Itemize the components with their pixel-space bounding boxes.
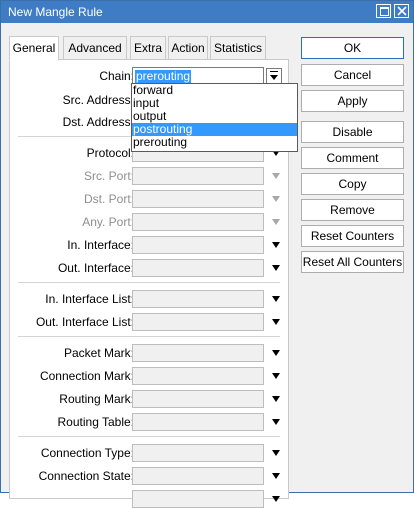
connection-state-dropdown-icon[interactable] bbox=[272, 473, 280, 479]
packet-mark-dropdown-icon[interactable] bbox=[272, 350, 280, 356]
connection-type-dropdown-icon[interactable] bbox=[272, 450, 280, 456]
routing-table-row: Routing Table: bbox=[10, 413, 290, 431]
connection-mark-dropdown-icon[interactable] bbox=[272, 373, 280, 379]
any-port-row: Any. Port: bbox=[10, 213, 290, 231]
in-interface-list-field[interactable] bbox=[132, 290, 264, 308]
out-interface-dropdown-icon[interactable] bbox=[272, 265, 280, 271]
out-interface-row: Out. Interface: bbox=[10, 259, 290, 277]
tab-general[interactable]: General bbox=[9, 36, 59, 61]
in-interface-list-label: In. Interface List: bbox=[45, 292, 134, 306]
separator bbox=[18, 336, 280, 337]
any-port-dropdown-icon bbox=[272, 219, 280, 225]
chain-dropdown-button[interactable] bbox=[266, 68, 282, 84]
routing-mark-row: Routing Mark: bbox=[10, 390, 290, 408]
routing-table-label: Routing Table: bbox=[57, 415, 135, 429]
any-port-field bbox=[132, 213, 264, 231]
connection-type-field[interactable] bbox=[132, 444, 264, 462]
in-interface-dropdown-icon[interactable] bbox=[272, 242, 280, 248]
close-icon[interactable] bbox=[394, 4, 409, 18]
tab-statistics[interactable]: Statistics bbox=[210, 36, 266, 60]
chain-label: Chain: bbox=[99, 69, 134, 83]
packet-mark-field[interactable] bbox=[132, 344, 264, 362]
connection-mark-label: Connection Mark: bbox=[39, 369, 134, 383]
maximize-icon[interactable] bbox=[376, 4, 391, 18]
src-port-label: Src. Port: bbox=[83, 169, 134, 183]
title-bar[interactable]: New Mangle Rule bbox=[1, 1, 413, 23]
src-address-label: Src. Address: bbox=[62, 93, 134, 107]
out-interface-label: Out. Interface: bbox=[57, 261, 134, 275]
src-port-field bbox=[132, 167, 264, 185]
tab-action[interactable]: Action bbox=[168, 36, 208, 60]
connection-state-label: Connection State: bbox=[38, 469, 134, 483]
in-interface-list-row: In. Interface List: bbox=[10, 290, 290, 308]
chain-value: prerouting bbox=[135, 69, 192, 83]
protocol-label: Protocol: bbox=[86, 146, 134, 160]
dst-port-row: Dst. Port: bbox=[10, 190, 290, 208]
connection-mark-row: Connection Mark: bbox=[10, 367, 290, 385]
separator bbox=[18, 436, 280, 437]
out-interface-list-label: Out. Interface List: bbox=[35, 315, 134, 329]
ok-button[interactable]: OK bbox=[301, 37, 404, 59]
in-interface-field[interactable] bbox=[132, 236, 264, 254]
separator bbox=[18, 282, 280, 283]
out-interface-list-field[interactable] bbox=[132, 313, 264, 331]
routing-table-field[interactable] bbox=[132, 413, 264, 431]
chain-option-prerouting[interactable]: prerouting bbox=[132, 136, 297, 149]
mangle-rule-window: New Mangle Rule General Advanced Extra A… bbox=[0, 0, 414, 508]
connection-mark-field[interactable] bbox=[132, 367, 264, 385]
dst-port-dropdown-icon bbox=[272, 196, 280, 202]
disable-button[interactable]: Disable bbox=[301, 121, 404, 143]
tab-advanced[interactable]: Advanced bbox=[63, 36, 127, 60]
remove-button[interactable]: Remove bbox=[301, 199, 404, 221]
routing-table-dropdown-icon[interactable] bbox=[272, 419, 280, 425]
in-interface-label: In. Interface: bbox=[67, 238, 134, 252]
cancel-button[interactable]: Cancel bbox=[301, 64, 404, 86]
connection-type-label: Connection Type: bbox=[40, 446, 134, 460]
in-interface-row: In. Interface: bbox=[10, 236, 290, 254]
reset-all-counters-button[interactable]: Reset All Counters bbox=[301, 251, 404, 273]
any-port-label: Any. Port: bbox=[82, 215, 134, 229]
packet-mark-row: Packet Mark: bbox=[10, 344, 290, 362]
dst-address-label: Dst. Address: bbox=[62, 115, 134, 129]
src-port-dropdown-icon bbox=[272, 173, 280, 179]
partial-dropdown-icon[interactable] bbox=[272, 496, 280, 502]
connection-state-row: Connection State: bbox=[10, 467, 290, 485]
routing-mark-dropdown-icon[interactable] bbox=[272, 396, 280, 402]
routing-mark-field[interactable] bbox=[132, 390, 264, 408]
comment-button[interactable]: Comment bbox=[301, 147, 404, 169]
tab-extra[interactable]: Extra bbox=[130, 36, 166, 60]
connection-state-field[interactable] bbox=[132, 467, 264, 485]
src-port-row: Src. Port: bbox=[10, 167, 290, 185]
out-interface-list-row: Out. Interface List: bbox=[10, 313, 290, 331]
out-interface-list-dropdown-icon[interactable] bbox=[272, 319, 280, 325]
apply-button[interactable]: Apply bbox=[301, 90, 404, 112]
out-interface-field[interactable] bbox=[132, 259, 264, 277]
routing-mark-label: Routing Mark: bbox=[59, 392, 134, 406]
chain-dropdown-list: forward input output postrouting prerout… bbox=[131, 83, 298, 152]
connection-type-row: Connection Type: bbox=[10, 444, 290, 462]
reset-counters-button[interactable]: Reset Counters bbox=[301, 225, 404, 247]
packet-mark-label: Packet Mark: bbox=[63, 346, 134, 360]
dst-port-field bbox=[132, 190, 264, 208]
copy-button[interactable]: Copy bbox=[301, 173, 404, 195]
in-interface-list-dropdown-icon[interactable] bbox=[272, 296, 280, 302]
window-title: New Mangle Rule bbox=[8, 5, 103, 19]
dst-port-label: Dst. Port: bbox=[83, 192, 134, 206]
